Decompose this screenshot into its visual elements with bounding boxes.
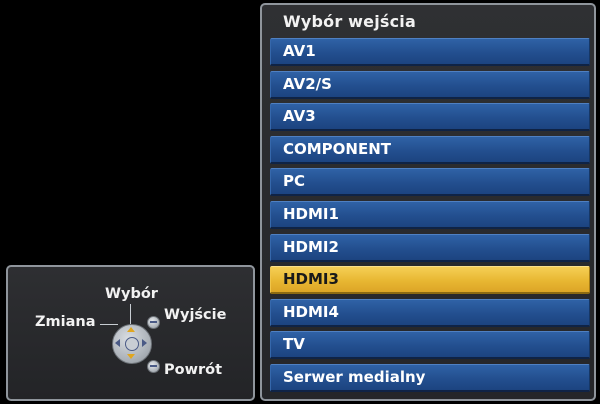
select-leader-line (130, 304, 131, 324)
arrow-up-icon (127, 327, 135, 332)
input-selection-panel: Wybór wejścia AV1 AV2/S AV3 COMPONENT PC… (260, 3, 596, 401)
panel-title: Wybór wejścia (283, 12, 416, 31)
arrow-down-icon (127, 354, 135, 359)
arrow-left-icon (115, 339, 120, 347)
input-item-hdmi3[interactable]: HDMI3 (270, 266, 590, 295)
exit-hint-label: Wyjście (164, 307, 227, 323)
change-hint-label: Zmiana (35, 314, 96, 330)
input-item-tv[interactable]: TV (270, 331, 590, 360)
input-item-component[interactable]: COMPONENT (270, 135, 590, 164)
input-item-pc[interactable]: PC (270, 168, 590, 197)
input-item-av1[interactable]: AV1 (270, 38, 590, 66)
return-hint-label: Powrót (164, 362, 223, 378)
select-hint-label: Wybór (105, 286, 158, 302)
ok-button-icon (125, 337, 139, 351)
change-leader-line (100, 324, 118, 325)
input-item-hdmi2[interactable]: HDMI2 (270, 233, 590, 262)
arrow-right-icon (142, 339, 147, 347)
input-item-hdmi1[interactable]: HDMI1 (270, 200, 590, 229)
tv-screen: Wybór Zmiana Wyjście Powrót Wybór wejści… (0, 0, 600, 404)
input-item-av2s[interactable]: AV2/S (270, 70, 590, 99)
dpad-icon (112, 324, 152, 364)
remote-help-panel: Wybór Zmiana Wyjście Powrót (6, 265, 255, 401)
input-item-hdmi4[interactable]: HDMI4 (270, 298, 590, 327)
input-item-media-server[interactable]: Serwer medialny (270, 363, 590, 392)
input-item-av3[interactable]: AV3 (270, 103, 590, 132)
exit-button-icon (147, 316, 160, 329)
input-list: AV1 AV2/S AV3 COMPONENT PC HDMI1 HDMI2 H… (270, 38, 590, 397)
return-button-icon (147, 360, 160, 373)
